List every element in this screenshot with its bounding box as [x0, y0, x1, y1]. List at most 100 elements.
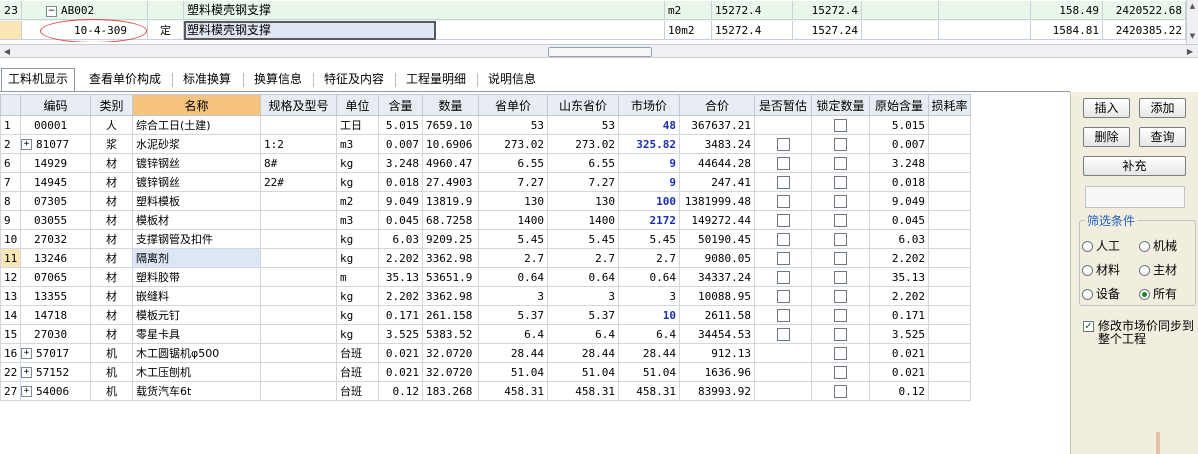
table-row[interactable]: 10 27032 材 支撑钢管及扣件 kg 6.03 9209.25 5.45 5.45 5.45…	[0, 229, 971, 249]
table-cell-unit[interactable]: m	[336, 267, 379, 287]
provisional-checkbox[interactable]	[776, 213, 790, 227]
table-cell-name[interactable]: 模板元钉	[132, 305, 261, 325]
table-cell-loss-rate[interactable]	[928, 324, 971, 344]
table-cell-unit[interactable]: 台班	[336, 362, 379, 382]
table-cell-content[interactable]: 35.13	[378, 267, 423, 287]
table-cell-loss-rate[interactable]	[928, 134, 971, 154]
table-cell-original-content[interactable]: 5.015	[869, 115, 929, 135]
tab-features-content[interactable]: 特征及内容	[317, 69, 391, 90]
table-cell-spec[interactable]	[260, 210, 337, 230]
table-cell-quantity[interactable]: 183.268	[422, 381, 479, 401]
table-cell-code[interactable]: +54006	[20, 381, 91, 401]
table-cell-original-content[interactable]: 0.021	[869, 362, 929, 382]
delete-button[interactable]: 删除	[1083, 127, 1130, 147]
table-cell-shandong-price[interactable]: 1400	[547, 210, 619, 230]
table-cell-code[interactable]: 14929	[20, 153, 91, 173]
table-cell-quantity[interactable]: 3362.98	[422, 286, 479, 306]
table-cell-locked[interactable]	[811, 381, 870, 401]
table-cell-content[interactable]: 0.021	[378, 362, 423, 382]
table-cell-loss-rate[interactable]	[928, 286, 971, 306]
provisional-checkbox[interactable]	[776, 289, 790, 303]
table-cell-province-price[interactable]: 51.04	[478, 362, 548, 382]
table-cell-locked[interactable]	[811, 153, 870, 173]
table-cell-name[interactable]: 水泥砂浆	[132, 134, 261, 154]
expand-icon[interactable]: +	[21, 348, 32, 359]
provisional-checkbox[interactable]	[776, 308, 790, 322]
table-cell-spec[interactable]	[260, 191, 337, 211]
table-row[interactable]: 12 07065 材 塑料胶带 m 35.13 53651.9 0.64 0.64 0.64 343…	[0, 267, 971, 287]
table-cell-market-price[interactable]: 0.64	[618, 267, 680, 287]
table-cell-category[interactable]: 材	[90, 172, 133, 192]
table-row[interactable]: 15 27030 材 零星卡具 kg 3.525 5383.52 6.4 6.4 6.4 34454…	[0, 324, 971, 344]
table-cell-original-content[interactable]: 0.045	[869, 210, 929, 230]
table-cell-category[interactable]: 机	[90, 362, 133, 382]
table-cell-loss-rate[interactable]	[928, 362, 971, 382]
table-cell-code[interactable]: +81077	[20, 134, 91, 154]
lock-quantity-checkbox[interactable]	[834, 175, 847, 189]
table-cell-unit[interactable]: m3	[336, 210, 379, 230]
provisional-checkbox[interactable]	[776, 270, 790, 284]
tab-quantity-details[interactable]: 工程量明细	[399, 69, 473, 90]
table-cell-shandong-price[interactable]: 51.04	[547, 362, 619, 382]
checkmark-icon[interactable]: ✓	[1083, 321, 1094, 332]
table-cell-market-price[interactable]: 3	[618, 286, 680, 306]
lock-quantity-checkbox[interactable]	[834, 118, 847, 132]
table-row[interactable]: 16 +57017 机 木工圆锯机φ500 台班 0.021 32.0720 28.44 28.…	[0, 343, 971, 363]
table-cell-name[interactable]: 支撑钢管及扣件	[132, 229, 261, 249]
radio-equipment[interactable]: 设备	[1082, 285, 1120, 302]
table-cell-provisional[interactable]	[754, 362, 812, 382]
radio-all[interactable]: 所有	[1139, 285, 1177, 302]
lock-quantity-checkbox[interactable]	[834, 327, 847, 341]
table-cell-province-price[interactable]: 53	[478, 115, 548, 135]
table-cell-quantity[interactable]: 9209.25	[422, 229, 479, 249]
table-cell-spec[interactable]	[260, 381, 337, 401]
table-cell-code[interactable]: 13355	[20, 286, 91, 306]
lock-quantity-checkbox[interactable]	[834, 289, 847, 303]
table-cell-category[interactable]: 材	[90, 191, 133, 211]
table-cell-provisional[interactable]	[754, 267, 812, 287]
table-cell-total[interactable]: 1381999.48	[679, 191, 755, 211]
table-cell-name[interactable]: 镀锌钢丝	[132, 153, 261, 173]
table-cell-quantity[interactable]: 3362.98	[422, 248, 479, 268]
top-vertical-scrollbar[interactable]: ▲ ▼	[1186, 0, 1198, 44]
table-cell-quantity[interactable]: 13819.9	[422, 191, 479, 211]
provisional-checkbox[interactable]	[776, 327, 790, 341]
header-provisional[interactable]: 是否暂估	[754, 94, 812, 116]
header-code[interactable]: 编码	[20, 94, 91, 116]
table-cell-provisional[interactable]	[754, 153, 812, 173]
table-cell-content[interactable]: 0.021	[378, 343, 423, 363]
table-cell-code[interactable]: 07065	[20, 267, 91, 287]
table-cell-market-price[interactable]: 10	[618, 305, 680, 325]
lock-quantity-checkbox[interactable]	[834, 194, 847, 208]
table-cell-spec[interactable]: 8#	[260, 153, 337, 173]
table-cell-loss-rate[interactable]	[928, 305, 971, 325]
header-shandong-price[interactable]: 山东省价	[547, 94, 619, 116]
table-cell-market-price[interactable]: 458.31	[618, 381, 680, 401]
table-cell-provisional[interactable]	[754, 381, 812, 401]
collapse-icon[interactable]: −	[46, 5, 57, 17]
table-row[interactable]: 8 07305 材 塑料模板 m2 9.049 13819.9 130 130 100 138199…	[0, 191, 971, 211]
resize-grip-icon[interactable]	[1156, 432, 1160, 454]
table-cell-original-content[interactable]: 3.248	[869, 153, 929, 173]
table-cell-unit[interactable]: m3	[336, 134, 379, 154]
table-cell-total[interactable]: 50190.45	[679, 229, 755, 249]
table-cell-spec[interactable]: 22#	[260, 172, 337, 192]
table-cell-locked[interactable]	[811, 229, 870, 249]
radio-labor[interactable]: 人工	[1082, 237, 1120, 254]
table-cell-province-price[interactable]: 458.31	[478, 381, 548, 401]
table-cell-original-content[interactable]: 0.021	[869, 343, 929, 363]
table-cell-category[interactable]: 机	[90, 381, 133, 401]
table-cell-category[interactable]: 材	[90, 267, 133, 287]
radio-material[interactable]: 材料	[1082, 261, 1120, 278]
add-button[interactable]: 添加	[1139, 98, 1186, 118]
table-cell-code[interactable]: +57017	[20, 343, 91, 363]
table-cell-spec[interactable]	[260, 343, 337, 363]
table-cell-provisional[interactable]	[754, 286, 812, 306]
table-cell-content[interactable]: 0.018	[378, 172, 423, 192]
table-cell-provisional[interactable]	[754, 172, 812, 192]
table-cell-content[interactable]: 6.03	[378, 229, 423, 249]
table-cell-province-price[interactable]: 130	[478, 191, 548, 211]
scroll-up-icon[interactable]: ▲	[1188, 1, 1197, 11]
table-cell-provisional[interactable]	[754, 305, 812, 325]
table-row[interactable]: 22 +57152 机 木工压刨机 台班 0.021 32.0720 51.04 51.04 51…	[0, 362, 971, 382]
